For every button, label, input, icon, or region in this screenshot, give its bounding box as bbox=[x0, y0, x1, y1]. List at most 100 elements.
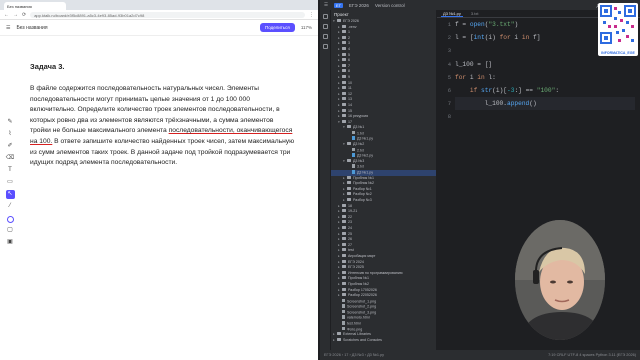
qr-code-icon bbox=[600, 5, 636, 44]
tree-item-label: 6 bbox=[348, 58, 350, 63]
editor-tab-active[interactable]: Д3 №1.py bbox=[441, 11, 463, 17]
back-icon[interactable]: ← bbox=[4, 12, 9, 18]
folder-icon bbox=[342, 276, 346, 280]
tree-item-label: 14 bbox=[348, 102, 352, 107]
project-tree-rows: ▾ ЕГЭ 2026 ▸ .venv ▸ 1 ▸ 2 ▸ 3 ▸ 4 ▸ 5 ▸ 6 ▸ 7 ▸ 8 ▸ 9 ▸ 10 ▸ 11 ▸… bbox=[331, 19, 436, 343]
share-button[interactable]: Поделиться bbox=[259, 23, 295, 32]
commit-icon[interactable] bbox=[322, 24, 328, 29]
folder-icon bbox=[342, 35, 346, 39]
tree-item-label: Разбор №2 bbox=[353, 192, 372, 197]
folder-icon bbox=[347, 181, 351, 185]
folder-icon bbox=[347, 198, 351, 201]
code-line[interactable]: l_100 = [] bbox=[455, 58, 635, 71]
reload-icon[interactable]: ⟳ bbox=[22, 12, 26, 18]
tree-item-label: 25 bbox=[348, 231, 352, 236]
menu-icon[interactable]: ⋮ bbox=[309, 12, 314, 18]
project-name[interactable]: ЕГЭ 2026 bbox=[349, 3, 369, 8]
image-tool-icon[interactable]: ▣ bbox=[6, 238, 15, 247]
code-line[interactable]: l_100.append() bbox=[455, 97, 635, 111]
code-token: for bbox=[455, 73, 467, 81]
tree-item-label: 26 bbox=[348, 237, 352, 242]
eraser-tool-icon[interactable]: ⌫ bbox=[6, 154, 15, 163]
more-tools-icon[interactable] bbox=[322, 44, 328, 49]
folder-icon bbox=[342, 74, 346, 78]
structure-icon[interactable] bbox=[322, 34, 328, 39]
browser-tab[interactable]: Без названия bbox=[4, 2, 66, 10]
tree-item-label: Screenshot_2.png bbox=[347, 304, 377, 309]
shape-tool-icon[interactable]: ▭ bbox=[6, 178, 15, 187]
folder-icon bbox=[342, 281, 346, 285]
folder-icon bbox=[342, 293, 346, 297]
forward-icon[interactable]: → bbox=[13, 12, 18, 18]
tree-item-label: Разбор №3 bbox=[353, 198, 372, 202]
code-line[interactable]: for i in l: bbox=[455, 71, 635, 84]
code-token: ) bbox=[514, 21, 519, 28]
code-token: (i) bbox=[484, 34, 500, 42]
color-picker-icon[interactable] bbox=[6, 216, 14, 223]
file-icon bbox=[342, 309, 345, 314]
whiteboard-canvas[interactable]: Задача 3. В файле содержится последовате… bbox=[0, 36, 318, 360]
screen: Без названия ← → ⟳ app.ktalk.ru/board/e3… bbox=[0, 0, 640, 360]
drawing-toolbar: ✎ ⌇ ✐ ⌫ T ▭ ↖ ⁄ ▢ ▣ bbox=[4, 118, 16, 258]
code-line[interactable]: if str(i)[-3:] == "100": bbox=[455, 84, 635, 97]
tree-item-label: Screenshot_3.png bbox=[347, 310, 377, 315]
folder-icon bbox=[347, 158, 351, 162]
status-breadcrumb[interactable]: ЕГЭ 2026 › 17 › Д3 №3 › Д3 №1.py bbox=[324, 353, 384, 357]
tree-item-label: Scratches and Consoles bbox=[343, 337, 382, 342]
folder-icon bbox=[342, 248, 346, 252]
tree-item-label: 10 bbox=[348, 80, 352, 85]
folder-icon bbox=[342, 80, 346, 84]
zoom-level[interactable]: 117% bbox=[301, 25, 312, 30]
status-info[interactable]: 7:19 CRLF UTF-8 4 spaces Python 3.11 (ЕГ… bbox=[548, 353, 636, 357]
project-view-icon[interactable] bbox=[322, 14, 328, 19]
pen-tool-icon[interactable]: ✎ bbox=[6, 118, 15, 127]
tree-item-label: 4 bbox=[348, 46, 350, 51]
tree-item-label: Разбор 22052026 bbox=[348, 293, 377, 298]
file-icon bbox=[352, 164, 355, 168]
sticky-tool-icon[interactable]: ▢ bbox=[6, 226, 15, 235]
code-token: for bbox=[499, 34, 511, 42]
tree-item-label: ЕГЭ 2025 bbox=[348, 265, 364, 270]
file-icon bbox=[342, 315, 345, 319]
tree-item-label: 17 bbox=[348, 119, 352, 124]
pointer-tool-icon[interactable]: ↖ bbox=[5, 190, 15, 199]
code-token: in bbox=[477, 73, 485, 81]
project-tree-header[interactable]: Проект bbox=[331, 10, 436, 19]
text-tool-icon[interactable]: T bbox=[6, 166, 15, 175]
brush-tool-icon[interactable]: ⌇ bbox=[6, 130, 15, 139]
tool-window-bar bbox=[320, 10, 330, 350]
line-number: 3 bbox=[447, 47, 451, 55]
tree-item-label: Screenshot_1.png bbox=[347, 299, 377, 304]
tree-item-label: 1.txt bbox=[357, 131, 364, 136]
editor-tab[interactable]: 3.txt bbox=[469, 11, 481, 16]
board-title[interactable]: Без названия bbox=[16, 25, 47, 31]
tree-item-label: 12 bbox=[348, 91, 352, 96]
folder-icon bbox=[342, 30, 346, 34]
code-line[interactable] bbox=[455, 110, 635, 123]
code-token: :] == bbox=[514, 86, 537, 94]
vcs-label[interactable]: Version control bbox=[375, 3, 405, 8]
tree-item-label: 16 рекурсия bbox=[348, 114, 369, 119]
file-icon bbox=[352, 130, 355, 135]
tree-item-label: Д3 №2.py bbox=[357, 153, 374, 158]
tree-item-label: Пробник №2 bbox=[348, 281, 370, 286]
tree-item-label: Д3 №1 bbox=[353, 125, 365, 130]
code-token: () bbox=[529, 100, 537, 108]
tree-item-label: Пробник №1 bbox=[353, 175, 375, 180]
folder-icon bbox=[342, 108, 346, 112]
browser-window: Без названия ← → ⟳ app.ktalk.ru/board/e3… bbox=[0, 0, 318, 360]
folder-icon bbox=[337, 332, 341, 336]
address-bar: ← → ⟳ app.ktalk.ru/board/e3f5c8891-a5c3-… bbox=[0, 10, 318, 20]
webcam-overlay bbox=[515, 220, 605, 340]
tree-item[interactable]: ▸ Scratches and Consoles bbox=[331, 337, 436, 344]
task-text: В файле содержится последовательность на… bbox=[30, 84, 296, 169]
marker-tool-icon[interactable]: ✐ bbox=[6, 142, 15, 151]
board-menu-icon[interactable]: ☰ bbox=[6, 25, 10, 31]
line-tool-icon[interactable]: ⁄ bbox=[6, 202, 15, 211]
tree-item-label: 3 bbox=[348, 41, 350, 46]
url-field[interactable]: app.ktalk.ru/board/e3f5c8891-a5c3-4e93-8… bbox=[30, 11, 305, 18]
tree-item-label: Интенсив по программированию bbox=[348, 270, 403, 275]
folder-icon bbox=[342, 52, 346, 56]
main-menu-icon[interactable]: ☰ bbox=[324, 2, 328, 8]
project-badge[interactable]: ЕГ bbox=[334, 2, 343, 8]
